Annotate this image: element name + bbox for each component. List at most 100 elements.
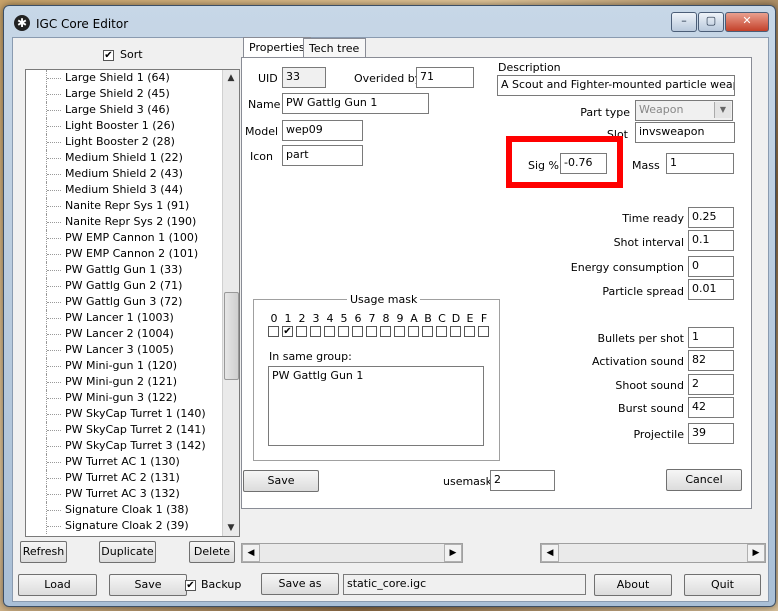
same-group-list[interactable]: PW Gattlg Gun 1 [268,366,484,446]
mask-bit-checkbox[interactable] [394,326,405,337]
backup-checkbox[interactable]: ✔ [185,580,196,591]
burst-sound-field[interactable]: 42 [688,397,734,418]
left-horizontal-scrollbar[interactable]: ◀ ▶ [241,543,463,563]
tree-list-item[interactable]: PW Lancer 2 (1004) [26,326,222,342]
tree-list-item[interactable]: PW Turret AC 1 (130) [26,454,222,470]
energy-consumption-field[interactable]: 0 [688,256,734,277]
tree-list-item[interactable]: Medium Shield 2 (43) [26,166,222,182]
mask-bit-checkbox[interactable] [450,326,461,337]
save-as-button[interactable]: Save as [261,573,339,595]
tree-item-label: PW SkyCap Turret 3 (142) [65,439,206,452]
name-field[interactable]: PW Gattlg Gun 1 [282,93,429,114]
sort-checkbox[interactable]: ✔ [103,50,114,61]
mask-bit-checkbox[interactable] [422,326,433,337]
save-button[interactable]: Save [109,574,187,596]
tree-list-item[interactable]: Nanite Repr Sys 2 (190) [26,214,222,230]
tree-list-item[interactable]: PW Gattlg Gun 1 (33) [26,262,222,278]
minimize-button[interactable]: – [671,12,697,32]
right-horizontal-scrollbar[interactable]: ◀ ▶ [540,543,766,563]
mask-bit-checkbox[interactable] [324,326,335,337]
particle-spread-field[interactable]: 0.01 [688,279,734,300]
shoot-sound-field[interactable]: 2 [688,374,734,395]
projectile-field[interactable]: 39 [688,423,734,444]
scroll-right-arrow-icon[interactable]: ▶ [747,544,765,562]
description-field[interactable]: A Scout and Fighter-mounted particle wea… [497,75,735,96]
tree-list-item[interactable]: Large Shield 1 (64) [26,70,222,86]
load-button[interactable]: Load [18,574,97,596]
mask-bit-checkbox[interactable] [464,326,475,337]
tree-list-item[interactable]: PW Turret AC 3 (132) [26,486,222,502]
delete-button[interactable]: Delete [189,541,235,563]
scroll-left-arrow-icon[interactable]: ◀ [541,544,559,562]
time-ready-field[interactable]: 0.25 [688,207,734,228]
tree-list-item[interactable]: Nanite Repr Sys 1 (91) [26,198,222,214]
dropdown-arrow-icon[interactable]: ▼ [714,102,731,118]
mask-bit-checkbox[interactable] [268,326,279,337]
about-button[interactable]: About [594,574,672,596]
tree-list-item[interactable]: Medium Shield 3 (44) [26,182,222,198]
title-bar[interactable]: ✱ IGC Core Editor – ▢ ✕ [4,6,775,40]
quit-button[interactable]: Quit [684,574,761,596]
list-vertical-scrollbar[interactable]: ▲ ▼ [222,70,239,536]
mask-bit-checkbox[interactable] [366,326,377,337]
scroll-left-arrow-icon[interactable]: ◀ [242,544,260,562]
tree-list-item[interactable]: PW Mini-gun 3 (122) [26,390,222,406]
tree-list-item[interactable]: Signature Cloak 2 (39) [26,518,222,534]
icon-field[interactable]: part [282,145,363,166]
tree-list-item[interactable]: PW Gattlg Gun 2 (71) [26,278,222,294]
tree-list-item[interactable]: PW SkyCap Turret 3 (142) [26,438,222,454]
refresh-button[interactable]: Refresh [20,541,67,563]
mask-bit-checkbox[interactable] [310,326,321,337]
maximize-button[interactable]: ▢ [698,12,724,32]
properties-cancel-button[interactable]: Cancel [666,469,742,491]
tree-list-item[interactable]: PW SkyCap Turret 2 (141) [26,422,222,438]
duplicate-button[interactable]: Duplicate [99,541,156,563]
tree-list-item[interactable]: Light Booster 2 (28) [26,134,222,150]
overided-by-field[interactable]: 71 [416,67,474,88]
mask-bit-checkbox[interactable] [338,326,349,337]
mask-bit-checkbox[interactable] [436,326,447,337]
tree-list-item[interactable]: Large Shield 2 (45) [26,86,222,102]
scroll-down-arrow-icon[interactable]: ▼ [223,520,239,536]
tree-list-item[interactable]: PW EMP Cannon 1 (100) [26,230,222,246]
close-button[interactable]: ✕ [725,12,769,32]
tree-list-item[interactable]: PW Lancer 3 (1005) [26,342,222,358]
slot-field[interactable]: invsweapon [635,122,735,143]
tree-list-item[interactable]: PW Turret AC 2 (131) [26,470,222,486]
mask-bit-checkbox[interactable] [380,326,391,337]
mask-bit-label: 8 [382,312,390,325]
tree-list-item[interactable]: PW Gattlg Gun 3 (72) [26,294,222,310]
tree-list-item[interactable]: Large Shield 3 (46) [26,102,222,118]
mask-bit-checkbox[interactable] [478,326,489,337]
sig-field[interactable]: -0.76 [560,153,607,174]
tab-properties[interactable]: Properties [243,37,311,59]
tree-list-item[interactable]: PW SkyCap Turret 1 (140) [26,406,222,422]
activation-sound-field[interactable]: 82 [688,350,734,371]
properties-save-button[interactable]: Save [243,470,319,492]
mask-bit-checkbox[interactable] [296,326,307,337]
tree-list-item[interactable]: Light Booster 1 (26) [26,118,222,134]
tree-connector-tick [47,382,61,383]
tree-list-item[interactable]: Medium Shield 1 (22) [26,150,222,166]
scroll-right-arrow-icon[interactable]: ▶ [444,544,462,562]
tree-list-item[interactable]: PW EMP Cannon 2 (101) [26,246,222,262]
bullets-per-shot-field[interactable]: 1 [688,327,734,348]
item-tree-list[interactable]: Large Shield 1 (64) Large Shield 2 (45) La… [25,69,240,537]
scroll-thumb[interactable] [224,292,239,380]
model-field[interactable]: wep09 [282,120,363,141]
usemask-field[interactable]: 2 [490,470,555,491]
mask-bit-checkbox[interactable] [352,326,363,337]
part-type-select[interactable]: Weapon ▼ [635,100,733,121]
tab-tech-tree[interactable]: Tech tree [303,38,366,58]
tree-list-item[interactable]: PW Lancer 1 (1003) [26,310,222,326]
energy-consumption-label: Energy consumption [570,261,684,274]
tree-list-item[interactable]: Signature Cloak 1 (38) [26,502,222,518]
mass-field[interactable]: 1 [666,153,734,174]
same-group-item[interactable]: PW Gattlg Gun 1 [272,369,480,382]
tree-list-item[interactable]: PW Mini-gun 1 (120) [26,358,222,374]
scroll-up-arrow-icon[interactable]: ▲ [223,70,239,86]
tree-list-item[interactable]: PW Mini-gun 2 (121) [26,374,222,390]
shot-interval-field[interactable]: 0.1 [688,230,734,251]
mask-bit-checkbox[interactable] [408,326,419,337]
mask-bit-checkbox[interactable]: ✔ [282,326,293,337]
